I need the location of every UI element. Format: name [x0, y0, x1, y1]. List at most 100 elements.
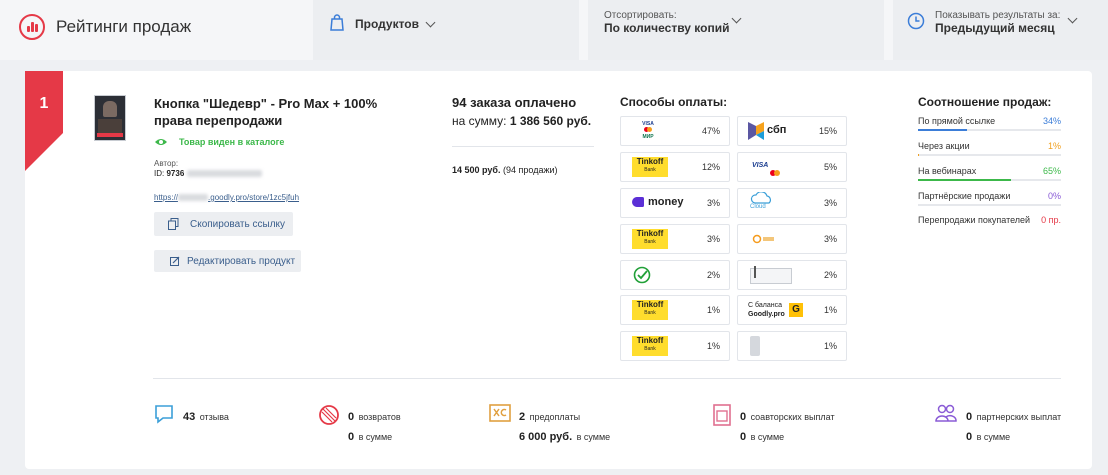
sales-ratio-bar-fill [918, 129, 967, 131]
store-link[interactable]: https:// .goodly.pro/store/1zc5jfuh [154, 193, 299, 202]
sales-ratio-label: Перепродажи покупателей [918, 215, 1031, 225]
partner-sum-label: в сумме [976, 432, 1011, 442]
payment-method-terminal: 2% [737, 260, 847, 290]
prepayment-count: 2 [519, 411, 526, 423]
sort-dropdown[interactable]: Отсортировать: По количеству копий [588, 0, 884, 60]
qiwi-logo [752, 234, 774, 244]
price-line: 14 500 руб. (94 продажи) [452, 165, 558, 175]
yoomoney-icon [632, 197, 644, 207]
returns-sum-value: 0 [348, 431, 355, 443]
payment-percent: 3% [706, 234, 720, 244]
payment-percent: 12% [701, 162, 720, 172]
ratings-chart-icon [19, 14, 45, 40]
terminal-bar [754, 266, 756, 278]
reviews-stat: 43 отзыва [183, 407, 229, 425]
clock-icon [907, 12, 925, 30]
sales-ratio-label: Партнёрские продажи [918, 191, 1011, 201]
payment-percent: 47% [701, 126, 720, 136]
tinkoff-logo: Tinkoff Bank [632, 229, 668, 249]
divider [452, 146, 594, 147]
coauthor-label: соавторских выплат [750, 412, 835, 422]
payment-percent: 3% [706, 198, 720, 208]
link-prefix: https:// [154, 193, 179, 202]
coauthor-sum-label: в сумме [750, 432, 785, 442]
sales-ratio-row: Через акции 1% [918, 141, 1061, 161]
payment-percent: 15% [818, 126, 837, 136]
copy-icon [168, 218, 179, 230]
goodly-balance-logo: С баланса Goodly.pro [748, 302, 785, 318]
chevron-down-icon [731, 13, 742, 24]
payment-percent: 1% [823, 341, 837, 351]
payment-percent: 1% [706, 341, 720, 351]
visa-mastercard-mir-logo: VISA МИР [642, 121, 654, 140]
sales-ratio-value: 65% [1042, 166, 1061, 176]
sales-ratio-row: Партнёрские продажи 0% [918, 191, 1061, 211]
coauthor-sum: 0 в сумме [740, 427, 784, 445]
orders-headline: 94 заказа оплачено [452, 95, 577, 110]
terminal-logo [750, 268, 792, 284]
payment-method-phone: 1% [737, 331, 847, 361]
goodly-badge: G [789, 303, 803, 317]
product-thumbnail[interactable] [94, 95, 128, 143]
products-label: Продуктов [355, 17, 419, 31]
chevron-down-icon [1067, 13, 1078, 24]
products-dropdown[interactable]: Продуктов [313, 0, 579, 60]
payment-percent: 2% [706, 270, 720, 280]
edit-product-button[interactable]: Редактировать продукт [154, 250, 301, 272]
returns-stat: 0 возвратов [348, 407, 401, 425]
price-note: (94 продажи) [503, 165, 558, 175]
author-label: Автор: [154, 159, 179, 168]
sales-ratio-row: На вебинарах 65% [918, 166, 1061, 186]
tinkoff-logo: Tinkoff Bank [632, 300, 668, 320]
top-bar: Рейтинги продаж Продуктов Отсортировать:… [0, 0, 1108, 60]
payment-method-sbp: сбп 15% [737, 116, 847, 146]
sum-label: на сумму: [452, 114, 507, 128]
tinkoff-logo: Tinkoff Bank [632, 336, 668, 356]
copy-link-button[interactable]: Скопировать ссылку [154, 212, 293, 236]
cloud-icon [750, 192, 771, 204]
reviews-label: отзыва [199, 412, 229, 422]
period-dropdown[interactable]: Показывать результаты за: Предыдущий мес… [893, 0, 1108, 60]
sales-ratio-bar-fill [918, 154, 920, 156]
copy-link-label: Скопировать ссылку [190, 219, 286, 230]
coauthor-stat: 0 соавторских выплат [740, 407, 835, 425]
sales-ratio-value: 34% [1042, 116, 1061, 126]
shopping-bag-icon [330, 14, 344, 31]
payment-method-tinkoff: Tinkoff Bank 12% [620, 152, 730, 182]
returns-sum: 0 в сумме [348, 427, 392, 445]
partner-stat: 0 партнерских выплат [966, 407, 1061, 425]
sberbank-icon [633, 266, 651, 284]
partner-sum-value: 0 [966, 431, 973, 443]
returns-sum-label: в сумме [358, 432, 393, 442]
id-label: ID: [154, 169, 165, 178]
payment-method-goodly-balance: С баланса Goodly.pro G 1% [737, 295, 847, 325]
page-title: Рейтинги продаж [56, 17, 192, 36]
sales-ratio-label: Через акции [918, 141, 970, 151]
product-title-line1: Кнопка "Шедевр" - Pro Max + 100% [154, 96, 378, 111]
visa-logo: VISA [752, 162, 769, 169]
sales-ratio-value: 0% [1047, 191, 1061, 201]
coauthor-sum-value: 0 [740, 431, 747, 443]
sum-value: 1 386 560 руб. [509, 114, 592, 128]
period-caption: Показывать результаты за: [935, 10, 1061, 21]
sales-ratio-value: 0 пр. [1041, 215, 1061, 225]
prepayment-sum-value: 6 000 руб. [519, 431, 573, 443]
edit-product-label: Редактировать продукт [187, 256, 296, 267]
coauthor-count: 0 [740, 411, 747, 423]
partners-icon [935, 404, 957, 422]
edit-icon [170, 256, 180, 266]
prepayment-sum-label: в сумме [576, 432, 611, 442]
payment-method-tinkoff: Tinkoff Bank 3% [620, 224, 730, 254]
eye-icon [155, 139, 167, 145]
prepayment-icon [489, 404, 511, 422]
mastercard-logo [770, 163, 780, 181]
sbp-logo: сбп [767, 124, 787, 136]
product-title[interactable]: Кнопка "Шедевр" - Pro Max + 100% права п… [154, 95, 377, 129]
redacted-author-name [186, 170, 262, 178]
link-suffix: .goodly.pro/store/1zc5jfuh [208, 193, 300, 202]
sales-ratio-value: 1% [1047, 141, 1061, 151]
payment-method-card: VISA МИР 47% [620, 116, 730, 146]
sort-caption: Отсортировать: [604, 10, 677, 21]
payment-method-tinkoff: Tinkoff Bank 1% [620, 331, 730, 361]
sales-ratio-bar [918, 154, 1061, 156]
